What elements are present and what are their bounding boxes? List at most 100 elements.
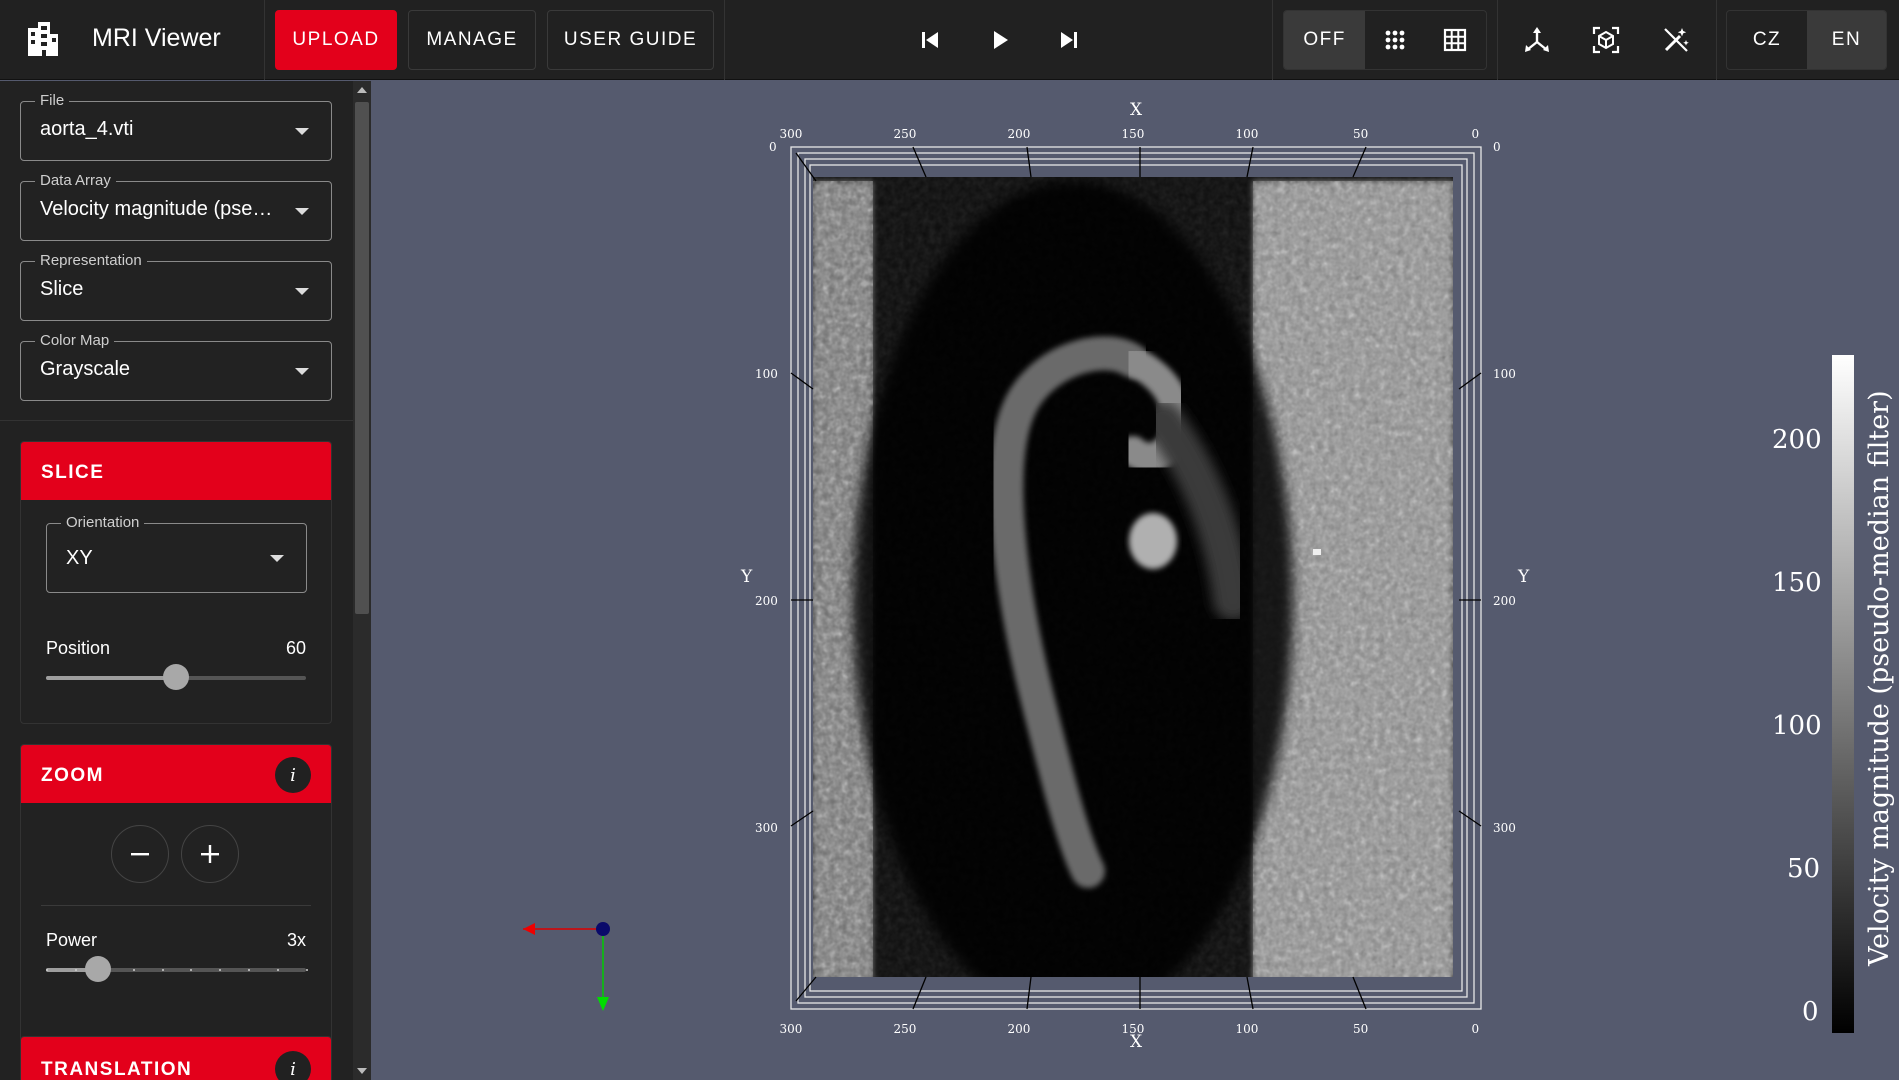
slider-tick xyxy=(306,969,308,971)
slice-panel-header[interactable]: SLICE xyxy=(21,442,331,500)
slider-tick xyxy=(190,969,193,971)
play-icon xyxy=(994,31,1008,49)
app-title: MRI Viewer xyxy=(92,24,221,52)
grid-dots-button[interactable] xyxy=(1365,11,1424,69)
zoom-out-button[interactable] xyxy=(111,825,169,883)
chevron-down-icon xyxy=(295,128,309,135)
data-array-select[interactable]: Data Array Velocity magnitude (pseudo-me… xyxy=(20,172,332,241)
sidebar-scrollbar-thumb[interactable] xyxy=(355,102,369,614)
position-slider[interactable] xyxy=(46,664,306,690)
slider-tick xyxy=(46,969,48,971)
color-map-value: Grayscale xyxy=(40,358,131,380)
x-tick-label: 200 xyxy=(1007,1022,1031,1036)
x-tick-label: 200 xyxy=(1007,127,1031,141)
grid-toggle-group: OFF xyxy=(1283,10,1487,70)
orientation-select[interactable]: Orientation XY xyxy=(46,514,307,593)
x-tick-label: 250 xyxy=(893,1022,917,1036)
color-map-label: Color Map xyxy=(35,332,115,349)
chevron-down-icon xyxy=(295,368,309,375)
y-tick-label: 300 xyxy=(1493,821,1516,835)
scroll-up-icon xyxy=(357,87,367,93)
auto-adjust-button[interactable] xyxy=(1656,20,1696,60)
data-array-value: Velocity magnitude (pseudo-median filter… xyxy=(40,198,280,220)
zoom-in-button[interactable] xyxy=(181,825,239,883)
power-label: Power xyxy=(46,930,98,950)
render-viewport[interactable]: X X Y Y Velocity magnitude (pseudo-media… xyxy=(373,81,1899,1080)
y-tick-label: 200 xyxy=(1493,594,1516,608)
slice-panel-title: SLICE xyxy=(41,462,105,483)
divider xyxy=(724,0,725,80)
skip-previous-button[interactable] xyxy=(912,22,948,58)
slider-tick xyxy=(219,969,222,971)
cube-focus-icon xyxy=(1592,26,1620,54)
play-button[interactable] xyxy=(982,22,1018,58)
data-array-label: Data Array xyxy=(35,172,116,189)
y-axis-title-left: Y xyxy=(741,567,753,587)
colorbar-tick-label: 200 xyxy=(1772,425,1822,455)
dots-grid-icon xyxy=(1385,30,1405,50)
grid-icon xyxy=(1444,28,1467,52)
language-en-button[interactable]: EN xyxy=(1807,11,1886,69)
representation-label: Representation xyxy=(35,252,147,269)
file-select[interactable]: File aorta_4.vti xyxy=(20,92,332,161)
slider-tick xyxy=(132,969,135,971)
power-slider-thumb[interactable] xyxy=(85,956,111,982)
grid-lines-button[interactable] xyxy=(1425,11,1486,69)
logo-area: MRI Viewer xyxy=(0,0,265,80)
mri-slice-image xyxy=(523,146,1854,1033)
chevron-down-icon xyxy=(295,288,309,295)
axes-button[interactable] xyxy=(1517,20,1557,60)
x-tick-label: 100 xyxy=(1235,1022,1259,1036)
slider-tick xyxy=(248,969,251,971)
translation-panel: TRANSLATION i xyxy=(20,1036,332,1080)
skip-next-icon xyxy=(1061,32,1077,48)
position-slider-fill xyxy=(46,676,176,680)
slice-panel: SLICE Orientation XY Position 60 xyxy=(20,441,332,724)
scroll-down-icon xyxy=(357,1068,367,1074)
slider-tick xyxy=(277,969,280,971)
building-icon xyxy=(28,22,58,56)
x-tick-label: 100 xyxy=(1235,127,1259,141)
skip-next-button[interactable] xyxy=(1051,22,1087,58)
grid-off-button[interactable]: OFF xyxy=(1284,11,1366,69)
representation-select[interactable]: Representation Slice xyxy=(20,252,332,321)
zoom-panel-header[interactable]: ZOOM i xyxy=(21,745,331,803)
position-slider-thumb[interactable] xyxy=(163,664,189,690)
skip-previous-icon xyxy=(922,32,938,48)
reset-camera-button[interactable] xyxy=(1586,20,1626,60)
manage-button[interactable]: MANAGE xyxy=(408,10,536,70)
y-tick-label: 200 xyxy=(755,594,778,608)
plus-icon xyxy=(201,845,219,863)
divider xyxy=(0,420,355,421)
x-tick-label: 150 xyxy=(1121,1022,1145,1036)
colorbar-tick-label: 0 xyxy=(1802,997,1819,1027)
divider xyxy=(1716,0,1717,80)
y-axis-title-right: Y xyxy=(1518,567,1530,587)
zoom-panel-title: ZOOM xyxy=(41,765,104,786)
colorbar-tick-label: 50 xyxy=(1787,854,1821,884)
color-map-select[interactable]: Color Map Grayscale xyxy=(20,332,332,401)
x-tick-label: 250 xyxy=(893,127,917,141)
zoom-panel: ZOOM i Power 3x xyxy=(20,744,332,1080)
chevron-down-icon xyxy=(270,555,284,562)
divider xyxy=(1497,0,1498,80)
position-label: Position xyxy=(46,638,111,658)
slider-tick xyxy=(161,969,164,971)
x-tick-label: 0 xyxy=(1471,127,1480,141)
top-bar: MRI Viewer UPLOAD MANAGE USER GUIDE OFF xyxy=(0,0,1899,80)
file-label: File xyxy=(35,92,70,109)
colorbar-tick-label: 100 xyxy=(1772,711,1822,741)
user-guide-button[interactable]: USER GUIDE xyxy=(547,10,714,70)
upload-button[interactable]: UPLOAD xyxy=(275,10,397,70)
slider-tick xyxy=(74,969,77,971)
position-value: 60 xyxy=(285,638,306,658)
language-cz-button[interactable]: CZ xyxy=(1727,11,1807,69)
translation-info-button[interactable]: i xyxy=(275,1051,311,1080)
orientation-label: Orientation xyxy=(61,514,145,531)
zoom-info-button[interactable]: i xyxy=(275,757,311,793)
translation-panel-header[interactable]: TRANSLATION i xyxy=(21,1037,331,1080)
divider xyxy=(1272,0,1273,80)
x-tick-label: 300 xyxy=(779,1022,803,1036)
power-slider[interactable] xyxy=(46,956,308,982)
y-tick-label: 0 xyxy=(769,140,777,154)
